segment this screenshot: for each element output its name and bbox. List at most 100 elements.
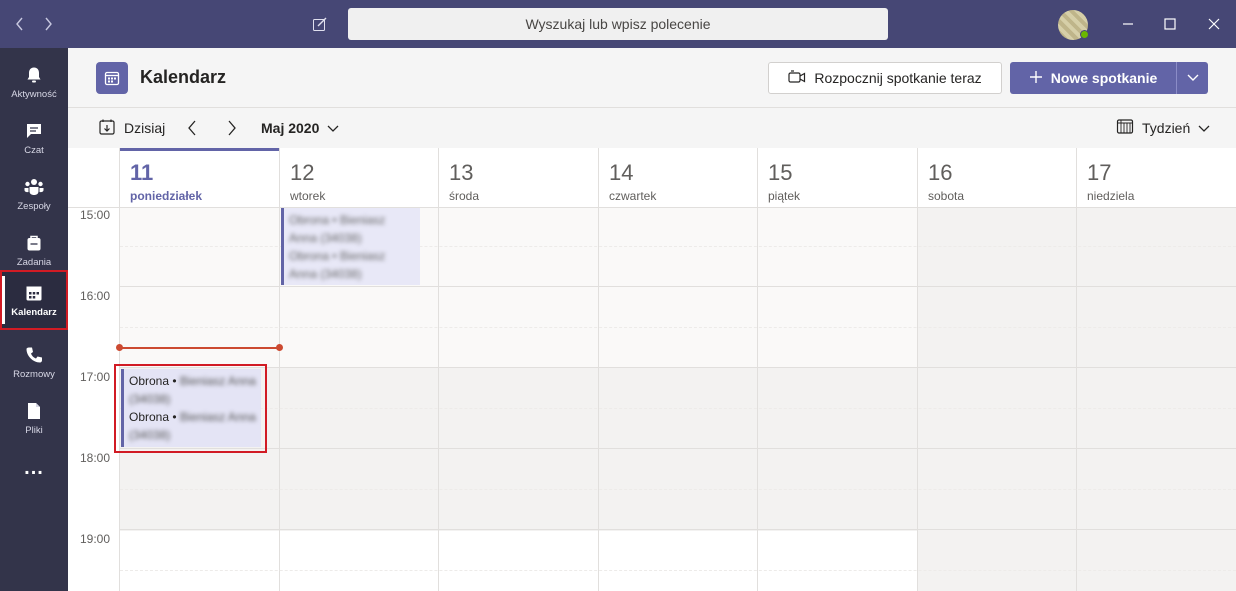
time-label: 19:00: [80, 532, 111, 546]
time-label: 15:00: [80, 208, 111, 222]
rail-item-label: Zespoły: [17, 200, 51, 212]
meet-now-label: Rozpocznij spotkanie teraz: [814, 70, 982, 86]
minimize-icon[interactable]: [1116, 12, 1140, 36]
new-meeting-label: Nowe spotkanie: [1050, 70, 1158, 86]
day-header-monday[interactable]: 11 poniedziałek: [119, 148, 279, 208]
next-week-button[interactable]: [222, 118, 242, 138]
day-column-saturday[interactable]: [917, 208, 1076, 591]
meet-now-button[interactable]: Rozpocznij spotkanie teraz: [768, 62, 1002, 94]
calendar-toolbar: Dzisiaj Maj 2020 Tydzień: [68, 108, 1236, 148]
half-hour-line: [120, 408, 1236, 409]
calendar-icon: [24, 283, 44, 303]
day-name: środa: [449, 189, 480, 203]
half-hour-line: [120, 489, 1236, 490]
day-name: piątek: [768, 189, 801, 203]
close-icon[interactable]: [1202, 12, 1226, 36]
back-arrow-icon[interactable]: [8, 12, 32, 36]
rail-item-activity[interactable]: Aktywność: [0, 54, 68, 110]
more-icon: ...: [24, 456, 44, 479]
forward-arrow-icon[interactable]: [36, 12, 60, 36]
time-gutter-header: [68, 148, 120, 208]
presence-badge: [1080, 30, 1089, 39]
more-apps-button[interactable]: ...: [0, 440, 68, 496]
rail-item-teams[interactable]: Zespoły: [0, 166, 68, 222]
rail-item-label: Aktywność: [11, 88, 57, 100]
day-header-thursday[interactable]: 14 czwartek: [598, 148, 757, 208]
calendar-header: Kalendarz Rozpocznij spotkanie teraz Now…: [68, 48, 1236, 108]
event-title: Obrona • Bieniasz Anna (34038): [289, 249, 386, 281]
month-label: Maj 2020: [261, 120, 320, 136]
chevron-right-icon: [228, 120, 236, 136]
today-calendar-icon: [98, 118, 116, 139]
day-number: 15: [768, 160, 793, 185]
chat-icon: [24, 121, 44, 141]
phone-icon: [24, 345, 44, 365]
view-label: Tydzień: [1142, 119, 1191, 136]
week-view-icon: [1116, 118, 1134, 137]
day-name: niedziela: [1087, 189, 1135, 203]
day-header-sunday[interactable]: 17 niedziela: [1076, 148, 1236, 208]
rail-item-label: Rozmowy: [13, 368, 55, 380]
new-meeting-dropdown[interactable]: [1176, 62, 1208, 94]
today-button[interactable]: Dzisiaj: [98, 118, 165, 138]
today-label: Dzisiaj: [124, 120, 166, 136]
day-header-saturday[interactable]: 16 sobota: [917, 148, 1076, 208]
chevron-down-icon: [1187, 69, 1199, 87]
day-number: 16: [928, 160, 953, 185]
day-header-wednesday[interactable]: 13 środa: [438, 148, 598, 208]
day-name: wtorek: [290, 189, 326, 203]
hour-line: [120, 286, 1236, 287]
rail-item-label: Kalendarz: [11, 306, 57, 318]
search-input[interactable]: Wyszukaj lub wpisz polecenie: [348, 8, 888, 40]
file-icon: [24, 401, 44, 421]
day-header-friday[interactable]: 15 piątek: [757, 148, 917, 208]
search-placeholder: Wyszukaj lub wpisz polecenie: [525, 16, 711, 32]
assignments-icon: [24, 233, 44, 253]
day-number: 13: [449, 160, 474, 185]
title-bar: Wyszukaj lub wpisz polecenie: [0, 0, 1236, 48]
time-label: 18:00: [80, 451, 111, 465]
month-picker[interactable]: Maj 2020: [261, 120, 339, 136]
calendar-event[interactable]: Obrona • Bieniasz Anna (34038) Obrona • …: [281, 208, 420, 285]
rail-item-label: Zadania: [16, 256, 52, 268]
day-number: 11: [130, 160, 154, 185]
chevron-down-icon: [327, 120, 339, 136]
calendar-app-icon: [96, 62, 128, 94]
bell-icon: [24, 65, 44, 85]
day-column-sunday[interactable]: [1076, 208, 1236, 591]
day-header-tuesday[interactable]: 12 wtorek: [279, 148, 438, 208]
half-hour-line: [120, 327, 1236, 328]
rail-item-calendar[interactable]: Kalendarz: [0, 270, 68, 330]
time-label: 17:00: [80, 370, 111, 384]
view-switcher[interactable]: Tydzień: [1116, 118, 1210, 137]
hour-line: [120, 367, 1236, 368]
rail-item-label: Czat: [24, 144, 44, 156]
day-name: czwartek: [609, 189, 657, 203]
current-time-line: [119, 347, 279, 349]
rail-item-chat[interactable]: Czat: [0, 110, 68, 166]
rail-item-files[interactable]: Pliki: [0, 390, 68, 446]
day-column-friday[interactable]: [757, 208, 917, 591]
time-label: 16:00: [80, 289, 111, 303]
day-column-thursday[interactable]: [598, 208, 757, 591]
current-time-dot: [276, 344, 283, 351]
compose-icon[interactable]: [308, 12, 332, 36]
app-rail: Aktywność Czat Zespoły Zadania Kalendarz…: [0, 48, 68, 591]
day-number: 12: [290, 160, 315, 185]
chevron-down-icon: [1198, 120, 1210, 136]
previous-week-button[interactable]: [182, 118, 202, 138]
new-meeting-button[interactable]: Nowe spotkanie: [1010, 62, 1176, 94]
maximize-icon[interactable]: [1158, 12, 1182, 36]
day-number: 14: [609, 160, 634, 185]
day-name: poniedziałek: [130, 189, 203, 203]
rail-item-label: Pliki: [25, 424, 43, 436]
day-column-wednesday[interactable]: [438, 208, 598, 591]
hour-line: [120, 448, 1236, 449]
rail-item-calls[interactable]: Rozmowy: [0, 334, 68, 390]
hour-line: [120, 529, 1236, 530]
page-title: Kalendarz: [140, 67, 227, 87]
day-number: 17: [1087, 160, 1112, 185]
teams-icon: [24, 177, 44, 197]
annotation-highlight: [114, 364, 267, 453]
plus-icon: [1029, 70, 1043, 87]
